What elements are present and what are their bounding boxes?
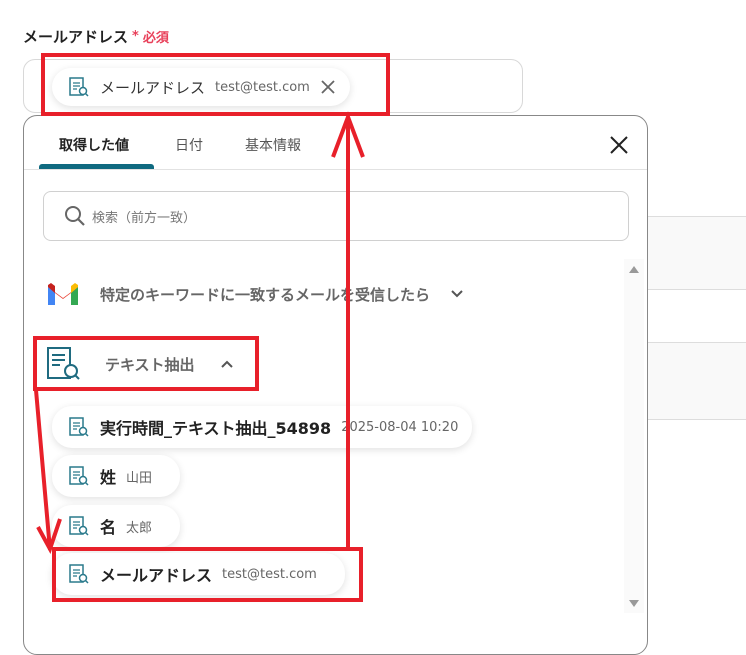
annotation-arrows — [34, 111, 365, 554]
